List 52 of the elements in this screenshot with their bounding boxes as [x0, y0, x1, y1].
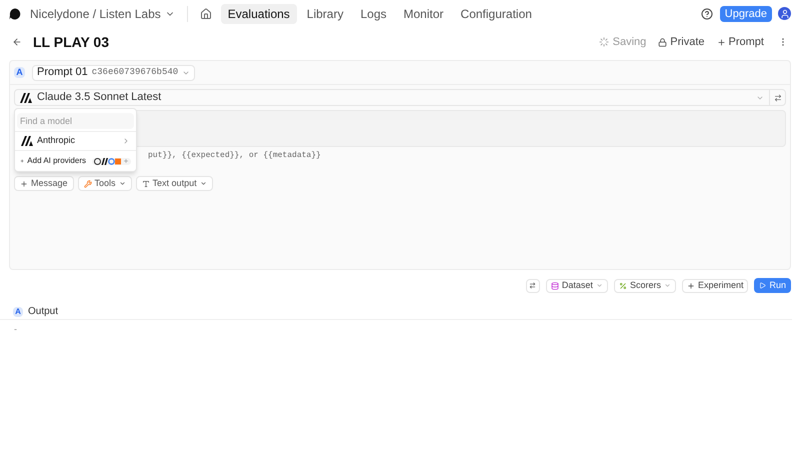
text-icon: [142, 180, 150, 188]
variables-hint: put}}, {{expected}}, or {{metadata}}: [148, 150, 321, 162]
plus-icon: [20, 157, 24, 165]
chevron-icon: [118, 180, 126, 187]
play-icon: [759, 282, 766, 289]
org-switcher[interactable]: Nicelydone / Listen Labs: [30, 4, 175, 22]
saving-status: Saving: [612, 34, 646, 50]
upgrade-button[interactable]: Upgrade: [720, 6, 772, 22]
help-icon[interactable]: [700, 8, 713, 20]
plus-icon: [686, 282, 695, 290]
nav-tab[interactable]: Evaluations: [220, 4, 297, 24]
prompt-badge: A: [14, 67, 25, 78]
page-title: LL PLAY 03: [33, 32, 110, 52]
home-icon: [200, 8, 212, 20]
plus-icon: [716, 38, 726, 46]
nav-tab[interactable]: Configuration: [454, 4, 539, 24]
provider-logos-icon: [92, 158, 131, 164]
chevron-right-icon: [122, 137, 130, 145]
nav-tab[interactable]: Library: [300, 4, 350, 24]
model-search-field[interactable]: Find a model: [17, 113, 134, 129]
nav-tab[interactable]: Logs: [353, 4, 394, 24]
scorers-button[interactable]: Scorers: [614, 278, 676, 292]
nav-tab[interactable]: Monitor: [396, 4, 451, 24]
dataset-button[interactable]: Dataset: [546, 278, 608, 292]
experiment-button[interactable]: Experiment: [682, 278, 748, 292]
output-title: Output: [28, 305, 58, 319]
plus-icon: [20, 180, 28, 188]
swap-button[interactable]: [526, 278, 540, 292]
swap-icon: [529, 282, 536, 289]
chevron-icon: [664, 282, 671, 289]
add-providers-item[interactable]: Add AI providers: [15, 151, 136, 171]
prompt-option-button[interactable]: Tools: [78, 176, 132, 191]
wrench-icon: [84, 180, 92, 188]
chevron-icon: [596, 282, 603, 289]
percent-icon: [618, 282, 627, 290]
spinner-icon: [598, 37, 609, 47]
run-button[interactable]: Run: [754, 278, 791, 293]
add-prompt-button[interactable]: Prompt: [716, 34, 764, 50]
output-value: -: [14, 323, 17, 336]
prompt-selector[interactable]: Prompt 01 c36e60739676b540: [32, 64, 196, 80]
provider-item[interactable]: Anthropic: [15, 132, 136, 151]
lock-icon: [658, 38, 668, 46]
logo-icon[interactable]: [9, 8, 21, 20]
avatar-icon[interactable]: [778, 7, 791, 20]
prompt-option-button[interactable]: Message: [14, 176, 74, 191]
database-icon: [550, 282, 559, 290]
anthropic-logo-icon: [21, 136, 33, 146]
private-button[interactable]: Private: [658, 34, 705, 50]
back-icon[interactable]: [12, 37, 22, 47]
output-badge: A: [13, 306, 23, 316]
prompt-option-button[interactable]: Text output: [136, 176, 213, 191]
chevron-icon: [200, 180, 207, 187]
